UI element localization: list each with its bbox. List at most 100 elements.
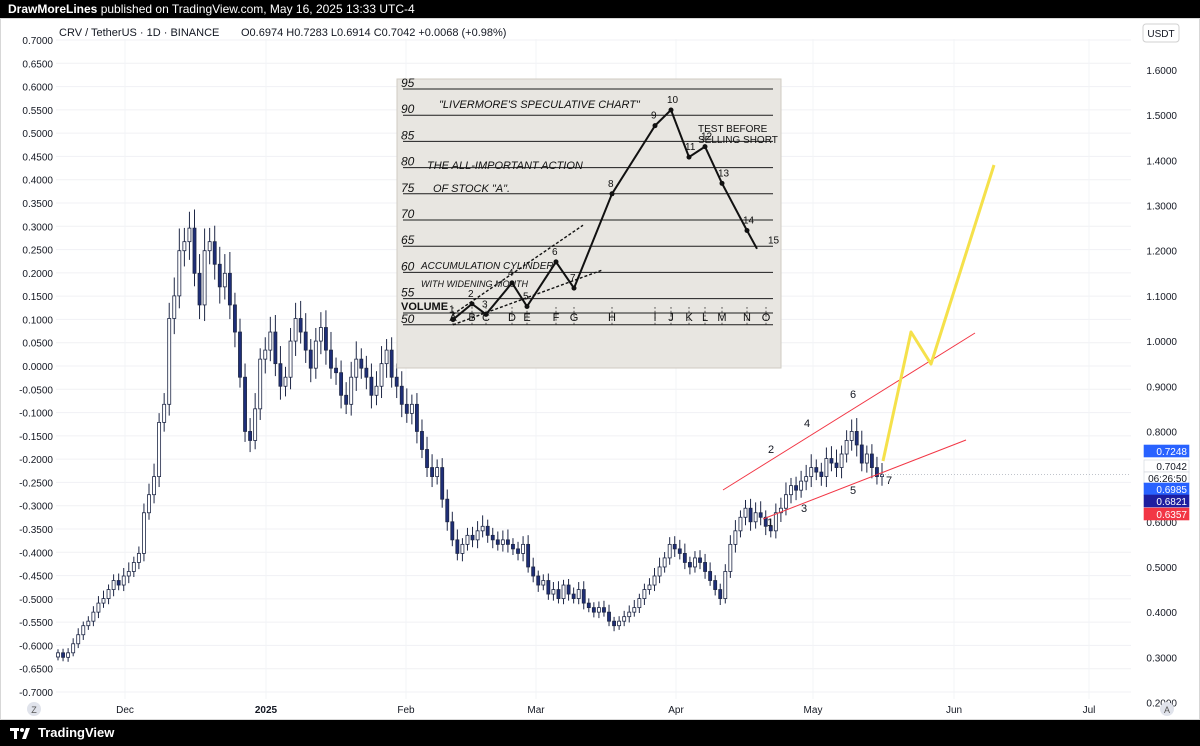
left-axis-label: 0.4500 [22, 152, 53, 163]
chart-panel[interactable]: 0.7000 0.6500 0.6000 0.5500 0.5000 0.4500 0.40… [0, 18, 1200, 720]
candle [81, 625, 86, 636]
candle [485, 525, 490, 536]
candle [864, 453, 869, 464]
candle [561, 584, 566, 599]
candle [819, 471, 824, 478]
candle [859, 444, 864, 464]
time-axis-label: Mar [527, 705, 545, 716]
candle [283, 376, 288, 387]
left-axis-label: 0.3500 [22, 199, 53, 210]
inset-accumulation-label: WITH WIDENING MOUTH [421, 279, 528, 289]
inset-level-label: 70 [401, 207, 415, 221]
right-axis-label: 1.6000 [1146, 66, 1177, 77]
candle [404, 403, 409, 414]
inset-caption: OF STOCK "A". [433, 183, 510, 195]
candle [177, 250, 182, 297]
projection-path [881, 164, 996, 462]
left-axis-label: 0.0500 [22, 339, 53, 350]
publisher-name[interactable]: DrawMoreLines [8, 2, 97, 16]
candle [551, 589, 556, 595]
candle [243, 376, 247, 432]
left-axis-label: 0.2000 [22, 269, 53, 280]
time-axis[interactable]: Dec 2025 Feb Mar Apr May Jun Jul [116, 705, 1095, 716]
candle [268, 331, 273, 351]
candle [581, 589, 586, 604]
right-axis-label: 0.5000 [1146, 563, 1177, 574]
inset-level-label: 60 [401, 259, 415, 273]
wave-label: 1 [767, 517, 773, 529]
time-axis-label: May [804, 705, 823, 716]
right-price-axis[interactable]: 1.6000 1.5000 1.4000 1.3000 1.2000 1.1000 1.00… [1146, 66, 1177, 710]
candle [389, 349, 394, 378]
left-axis-label: 0.7000 [22, 36, 53, 47]
time-axis-label: Jun [946, 705, 962, 716]
price-tag-label: 0.6821 [1156, 497, 1187, 508]
left-axis-label: 0.6000 [22, 83, 53, 94]
candle [834, 462, 839, 468]
candle [136, 553, 141, 563]
candle [505, 539, 510, 545]
left-axis-label: 0.5000 [22, 129, 53, 140]
inset-volume-label: VOLUME [401, 301, 448, 313]
candle [728, 543, 733, 572]
candle [334, 367, 338, 374]
candle [814, 467, 819, 473]
candle [344, 394, 349, 405]
candle [202, 250, 207, 306]
right-axis-label: 0.4000 [1146, 608, 1177, 619]
inset-point-label: 13 [718, 168, 730, 179]
candle [541, 580, 546, 586]
candle [192, 227, 197, 274]
left-axis-label: -0.1500 [19, 432, 53, 443]
time-axis-label: Jul [1083, 705, 1096, 716]
right-axis-label: 1.2000 [1146, 247, 1177, 258]
candle [293, 318, 298, 342]
tradingview-logo[interactable]: TradingView [10, 725, 114, 740]
inset-point-label: 9 [651, 111, 657, 122]
candle [627, 611, 632, 618]
candle [490, 534, 495, 541]
drawings[interactable]: 1 2 3 4 5 6 7 [722, 164, 1131, 529]
inset-point-label: 2 [468, 289, 474, 300]
inset-letter: I [653, 312, 656, 324]
left-price-axis[interactable]: 0.7000 0.6500 0.6000 0.5500 0.5000 0.4500 0.40… [19, 36, 53, 699]
candle [536, 575, 541, 586]
inset-letter: H [608, 312, 616, 324]
candle [222, 272, 227, 288]
inset-point [553, 259, 559, 265]
inset-letter: N [743, 312, 751, 324]
candle [839, 453, 844, 468]
time-axis-label: Dec [116, 705, 134, 716]
candle [106, 589, 111, 599]
candle [157, 421, 162, 478]
left-axis-label: -0.7000 [19, 688, 53, 699]
candle [440, 467, 445, 500]
inset-caption: THE ALL-IMPORTANT ACTION [427, 160, 583, 172]
inset-point-label: 6 [552, 247, 558, 258]
candle [278, 363, 283, 387]
candle [384, 349, 389, 365]
inset-letter: O [762, 312, 771, 324]
candle [116, 580, 121, 586]
wave-label: 7 [886, 475, 892, 487]
candle [409, 403, 414, 414]
candle [738, 516, 743, 532]
right-axis-label: 1.4000 [1146, 156, 1177, 167]
candle [455, 539, 460, 554]
candle [511, 543, 515, 550]
candle [698, 557, 702, 563]
candle [789, 485, 793, 496]
candle [147, 494, 151, 514]
legend-symbol[interactable]: CRV / TetherUS · 1D · BINANCE [59, 27, 219, 39]
left-axis-label: -0.2000 [19, 455, 53, 466]
price-tags: 0.72480.704206:26:500.69850.68210.6357 [1143, 444, 1190, 521]
candle [718, 589, 723, 599]
time-axis-label: Feb [397, 705, 415, 716]
candle [677, 548, 682, 554]
candle [86, 620, 91, 627]
legend-ohlc: O0.6974 H0.7283 L0.6914 C0.7042 +0.0068 … [241, 27, 506, 39]
candle [152, 476, 156, 496]
chart-canvas[interactable]: 0.7000 0.6500 0.6000 0.5500 0.5000 0.4500 0.40… [1, 19, 1199, 719]
left-axis-label: -0.5500 [19, 618, 53, 629]
candle [288, 340, 293, 378]
